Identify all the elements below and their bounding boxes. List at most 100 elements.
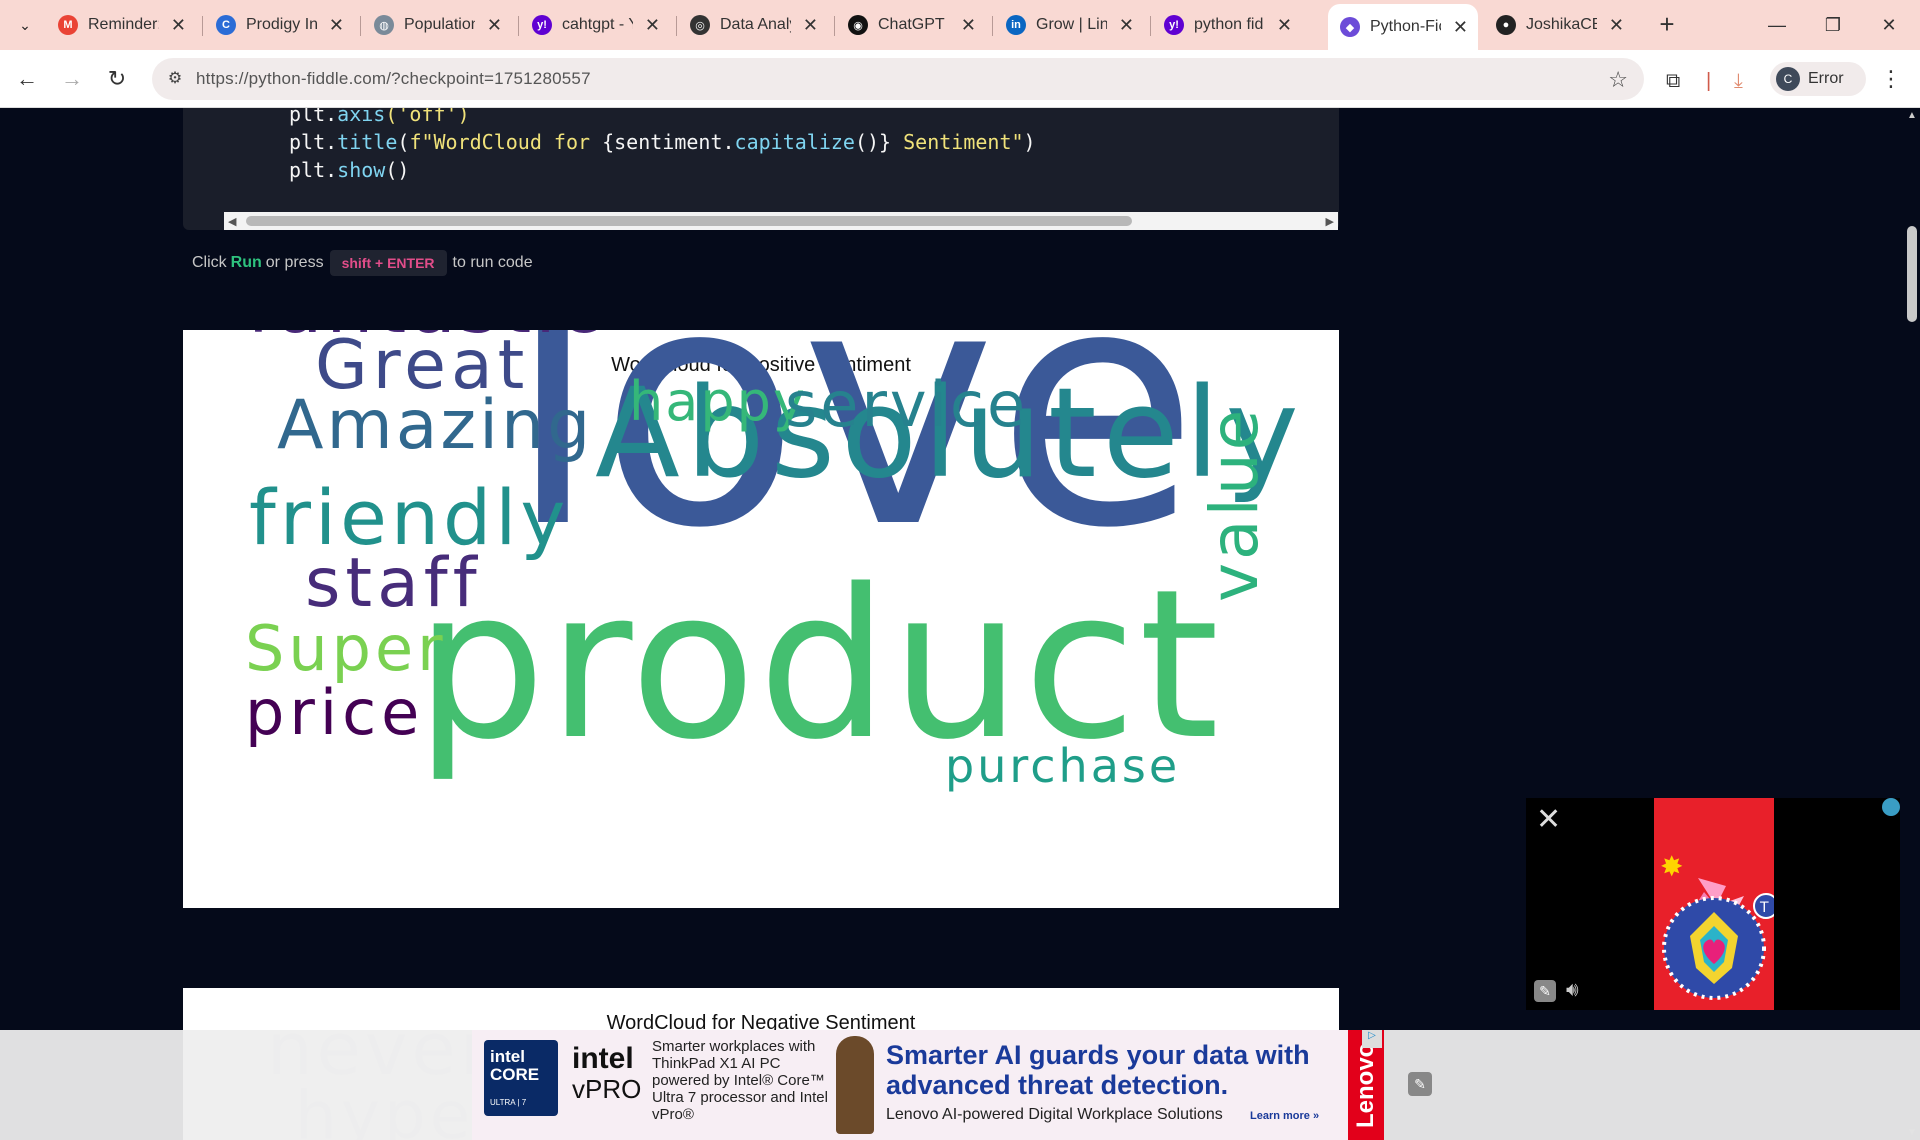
run-link[interactable]: Run xyxy=(231,254,262,272)
tab-separator xyxy=(518,16,519,36)
chatgpt-icon: ◎ xyxy=(690,15,710,35)
github-icon: ● xyxy=(1496,15,1516,35)
tab-3[interactable]: y! cahtgpt - Y ✕ xyxy=(520,6,670,44)
prodigy-icon: C xyxy=(216,15,236,35)
adchoices-icon[interactable]: ▷ xyxy=(1362,1030,1382,1048)
back-button[interactable]: ← xyxy=(10,62,44,96)
browser-toolbar: ← → ↻ ⚙ https://python-fiddle.com/?check… xyxy=(0,50,1920,108)
tab-separator xyxy=(676,16,677,36)
close-tab-icon[interactable]: ✕ xyxy=(1119,15,1134,36)
restore-button[interactable]: ❐ xyxy=(1808,8,1858,42)
download-icon[interactable]: ⤓ xyxy=(1734,70,1743,93)
banner-ad-bar: intel CORE ULTRA | 7 intel vPRO Smarter wo… xyxy=(0,1030,1920,1140)
yahoo-icon: y! xyxy=(1164,15,1184,35)
tab-title: JoshikaCB xyxy=(1526,16,1597,33)
close-window-button[interactable]: ✕ xyxy=(1864,8,1914,42)
scroll-right-icon[interactable]: ▶ xyxy=(1326,215,1334,228)
learn-more-link[interactable]: Learn more » xyxy=(1250,1110,1319,1122)
site-info-icon[interactable]: ⚙ xyxy=(164,68,186,90)
keyboard-shortcut: shift + ENTER xyxy=(329,250,447,276)
run-hint: Click Run or press shift + ENTER to run … xyxy=(192,250,533,276)
scrollbar-thumb[interactable] xyxy=(1907,226,1917,322)
tab-separator xyxy=(834,16,835,36)
reload-button[interactable]: ↻ xyxy=(100,62,134,96)
tab-8[interactable]: ◆ Python-Fic ✕ xyxy=(1328,4,1478,50)
bookmark-star-icon[interactable]: ☆ xyxy=(1608,67,1628,93)
tab-title: Prodigy Inf xyxy=(246,16,317,33)
tab-4[interactable]: ◎ Data Analy ✕ xyxy=(678,6,828,44)
address-bar[interactable]: ⚙ https://python-fiddle.com/?checkpoint=… xyxy=(152,58,1644,100)
tab-9[interactable]: ● JoshikaCB ✕ xyxy=(1484,6,1634,44)
tab-7[interactable]: y! python fid ✕ xyxy=(1152,6,1302,44)
new-tab-button[interactable]: + xyxy=(1652,10,1682,40)
tab-search-button[interactable]: ⌄ xyxy=(10,10,40,40)
close-tab-icon[interactable]: ✕ xyxy=(1609,15,1624,36)
close-tab-icon[interactable]: ✕ xyxy=(171,15,186,36)
close-icon[interactable]: ✕ xyxy=(1536,802,1561,837)
code-horizontal-scrollbar[interactable]: ◀ ▶ xyxy=(224,212,1338,230)
divider-icon: | xyxy=(1706,70,1712,92)
intel-vpro-logo: intel vPRO xyxy=(572,1042,642,1105)
tab-title: cahtgpt - Y xyxy=(562,16,633,33)
volume-icon[interactable]: 🔊︎ xyxy=(1566,979,1579,1002)
pen-icon[interactable]: ✎ xyxy=(1408,1072,1432,1096)
ad-subline: Lenovo AI-powered Digital Workplace Solu… xyxy=(886,1106,1223,1123)
kebab-menu-icon[interactable]: ⋮ xyxy=(1880,66,1902,92)
forward-button[interactable]: → xyxy=(55,62,89,96)
tab-2[interactable]: ◍ Population ✕ xyxy=(362,6,512,44)
svg-text:T: T xyxy=(1759,900,1769,916)
tab-separator xyxy=(992,16,993,36)
tab-1[interactable]: C Prodigy Inf ✕ xyxy=(204,6,354,44)
tab-separator xyxy=(1150,16,1151,36)
tab-0[interactable]: M Reminder: ✕ xyxy=(46,6,196,44)
url-text[interactable]: https://python-fiddle.com/?checkpoint=17… xyxy=(196,69,591,89)
wordcloud-word: value xyxy=(1196,407,1273,602)
hint-text: to run code xyxy=(452,254,533,271)
tab-title: Grow | Link xyxy=(1036,16,1107,33)
back-arrow-icon: ← xyxy=(16,66,38,91)
wordcloud-word: purchase xyxy=(945,739,1180,793)
close-tab-icon[interactable]: ✕ xyxy=(329,15,344,36)
wordcloud-canvas: loveproductAbsolutelyfantasticGreatAmazi… xyxy=(245,330,1299,793)
close-tab-icon[interactable]: ✕ xyxy=(961,15,976,36)
close-tab-icon[interactable]: ✕ xyxy=(645,15,660,36)
chatgpt-icon: ◉ xyxy=(848,15,868,35)
code-line: plt.title(f"WordCloud for {sentiment.cap… xyxy=(289,130,1036,154)
tab-5[interactable]: ◉ ChatGPT | ✕ xyxy=(836,6,986,44)
extensions-icon[interactable]: ⧉ xyxy=(1666,70,1680,93)
positive-wordcloud-figure: WordCloud for Positive Sentiment love pro… xyxy=(183,330,1339,908)
dog-image xyxy=(836,1036,874,1134)
globe-icon: ◍ xyxy=(374,15,394,35)
banner-ad[interactable]: intel CORE ULTRA | 7 intel vPRO Smarter wo… xyxy=(472,1030,1384,1140)
scrollbar-thumb[interactable] xyxy=(246,216,1132,226)
chevron-down-icon: ⌄ xyxy=(19,16,31,33)
code-line: plt.axis('off') xyxy=(289,108,470,126)
close-tab-icon[interactable]: ✕ xyxy=(1453,17,1468,38)
tab-6[interactable]: in Grow | Link ✕ xyxy=(994,6,1144,44)
tab-title: Population xyxy=(404,16,475,33)
intel-core-badge: intel CORE ULTRA | 7 xyxy=(484,1040,558,1116)
avatar: C xyxy=(1776,67,1800,91)
close-tab-icon[interactable]: ✕ xyxy=(487,15,502,36)
ad-indicator-icon xyxy=(1882,798,1900,816)
close-tab-icon[interactable]: ✕ xyxy=(803,15,818,36)
tab-separator xyxy=(360,16,361,36)
profile-button[interactable]: C Error xyxy=(1770,62,1866,96)
scroll-left-icon[interactable]: ◀ xyxy=(228,215,236,228)
ad-body-text: Smarter workplaces with ThinkPad X1 AI P… xyxy=(652,1038,828,1123)
reload-icon: ↻ xyxy=(107,66,127,91)
scroll-up-icon[interactable]: ▲ xyxy=(1907,110,1917,121)
pythonfiddle-icon: ◆ xyxy=(1340,17,1360,37)
yahoo-icon: y! xyxy=(532,15,552,35)
forward-arrow-icon: → xyxy=(61,66,83,91)
close-tab-icon[interactable]: ✕ xyxy=(1277,15,1292,36)
hint-text: Click xyxy=(192,254,227,271)
wordcloud-word: price xyxy=(245,676,424,749)
page-vertical-scrollbar[interactable]: ▲ ▼ xyxy=(1904,108,1920,1140)
video-ad[interactable]: ✕ ✸ T ✎ 🔊︎ xyxy=(1526,798,1900,1010)
minimize-button[interactable]: — xyxy=(1752,8,1802,42)
pen-icon[interactable]: ✎ xyxy=(1534,980,1556,1002)
linkedin-icon: in xyxy=(1006,15,1026,35)
tab-title: ChatGPT | xyxy=(878,16,949,33)
wordcloud-word: happy xyxy=(629,370,807,433)
